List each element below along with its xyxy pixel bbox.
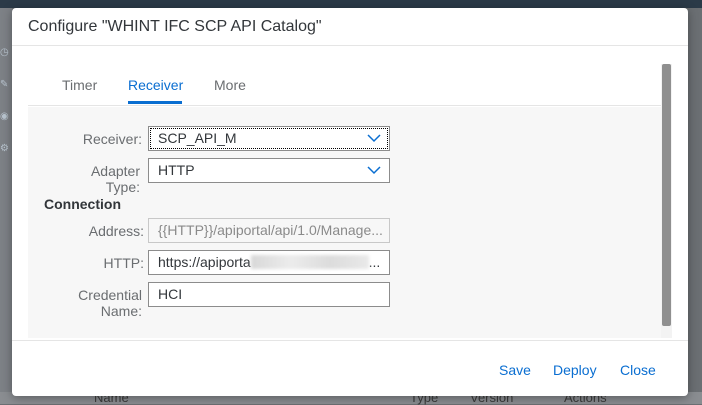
chevron-down-icon [367,166,381,175]
adapter-type-label-line1: Adapter [90,163,140,179]
tab-more[interactable]: More [214,77,246,93]
dialog-footer: Save Deploy Close [12,340,688,396]
receiver-select[interactable]: SCP_API_M [148,126,390,151]
tab-selected-indicator [128,101,182,104]
save-button[interactable]: Save [499,362,531,378]
http-input[interactable]: https://apiporta... [148,250,390,275]
credential-name-label: Credential Name: [28,287,142,319]
dialog-title: Configure "WHINT IFC SCP API Catalog" [28,17,322,35]
credential-name-label-line1: Credential [78,287,142,303]
adapter-type-select[interactable]: HTTP [148,158,390,183]
eye-icon: ◉ [0,111,9,122]
tab-bar: Timer Receiver More [28,64,661,106]
http-value-suffix: ... [368,254,381,270]
scrollbar-thumb[interactable] [662,64,671,326]
close-button[interactable]: Close [620,362,656,378]
deploy-button[interactable]: Deploy [553,362,597,378]
http-value-prefix: https://apiporta [158,254,251,270]
background-side-nav: ◷ ✎ ◉ ⚙ [0,8,12,404]
adapter-type-label: Adapter Type: [28,163,140,195]
dialog-header: Configure "WHINT IFC SCP API Catalog" [12,8,688,46]
edit-icon: ✎ [0,79,9,90]
gear-icon: ⚙ [0,143,9,154]
configure-dialog: Configure "WHINT IFC SCP API Catalog" Ti… [12,8,688,396]
http-label: HTTP: [103,255,144,271]
credential-name-label-line2: Name: [100,303,142,319]
tab-receiver[interactable]: Receiver [128,77,183,93]
address-field: {{HTTP}}/apiportal/api/1.0/Manage... [148,218,390,243]
receiver-form: Receiver: SCP_API_M Adapter Type: HTTP C… [28,107,661,338]
clock-icon: ◷ [0,47,9,58]
receiver-label: Receiver: [82,131,142,147]
background-shell-bar [0,0,702,8]
adapter-type-label-line2: Type: [105,179,140,195]
tab-timer[interactable]: Timer [62,77,97,93]
redacted-text [250,255,369,269]
receiver-value: SCP_API_M [158,130,237,146]
address-label: Address: [88,223,144,239]
chevron-down-icon [367,134,381,143]
adapter-type-value: HTTP [158,162,195,178]
connection-heading: Connection [44,196,121,212]
credential-name-input[interactable]: HCI [148,282,390,307]
